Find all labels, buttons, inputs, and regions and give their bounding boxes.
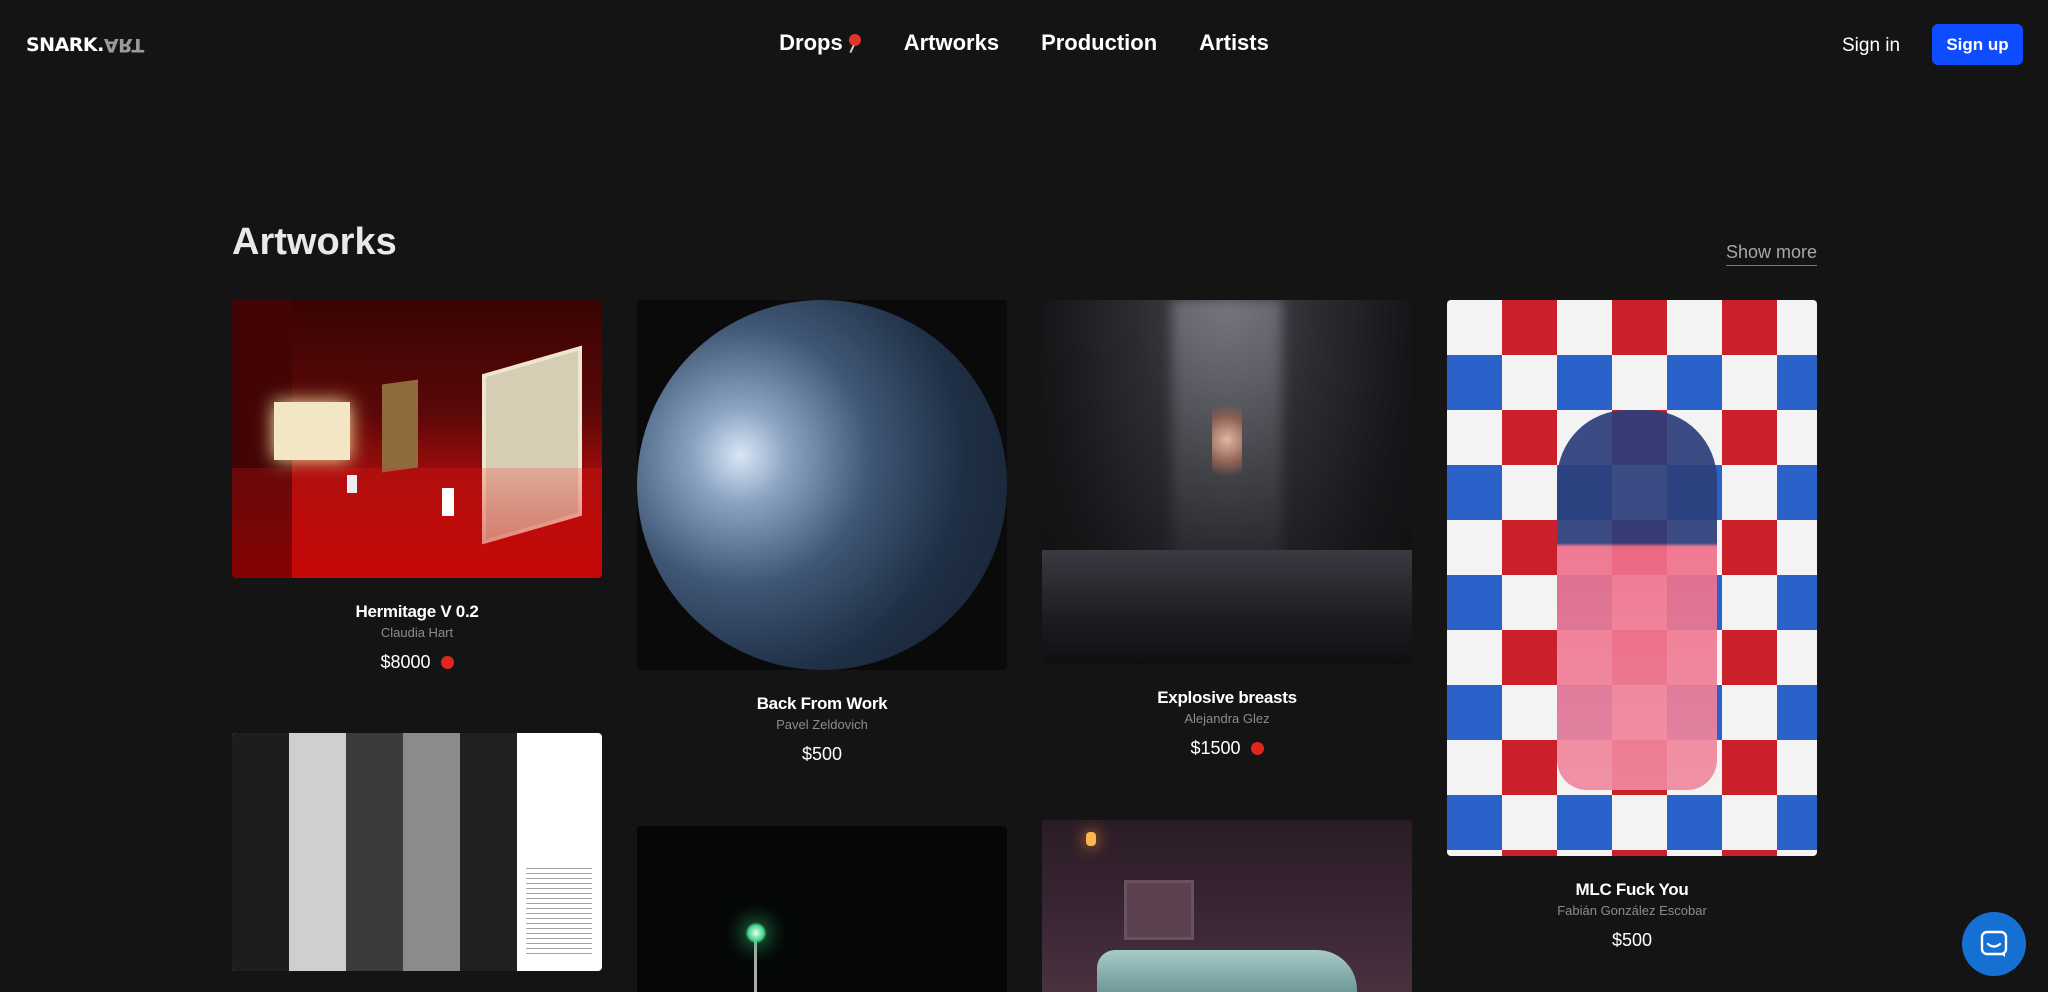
status-dot-icon bbox=[440, 656, 454, 669]
sign-up-button[interactable]: Sign up bbox=[1932, 24, 2023, 65]
nav-artists[interactable]: Artists bbox=[1199, 30, 1269, 56]
nav-drops-label: Drops bbox=[779, 30, 843, 55]
artwork-image[interactable] bbox=[232, 733, 602, 971]
nav-artworks[interactable]: Artworks bbox=[904, 30, 999, 56]
artwork-price-row: $1500 bbox=[1042, 738, 1412, 759]
artwork-title[interactable]: Hermitage V 0.2 bbox=[232, 602, 602, 622]
artwork-artist[interactable]: Claudia Hart bbox=[232, 625, 602, 640]
section-title: Artworks bbox=[232, 221, 397, 263]
artwork-price-row: $500 bbox=[1447, 930, 1817, 951]
artwork-title[interactable]: MLC Fuck You bbox=[1447, 880, 1817, 900]
nav-artists-label: Artists bbox=[1199, 30, 1269, 55]
artwork-card[interactable]: Back From Work Pavel Zeldovich $500 bbox=[637, 300, 1007, 765]
artwork-price: $500 bbox=[801, 744, 843, 764]
main-nav: Drops Artworks Production Artists bbox=[0, 30, 2048, 56]
artwork-card[interactable] bbox=[232, 733, 602, 971]
nav-production-label: Production bbox=[1041, 30, 1158, 55]
sign-in-link[interactable]: Sign in bbox=[1842, 35, 1900, 57]
artwork-image[interactable] bbox=[1042, 300, 1412, 664]
nav-artworks-label: Artworks bbox=[903, 30, 1000, 55]
artwork-card[interactable] bbox=[1042, 820, 1412, 992]
artwork-price-row: $500 bbox=[637, 744, 1007, 765]
artwork-card[interactable]: Hermitage V 0.2 Claudia Hart $8000 bbox=[232, 300, 602, 673]
artwork-card[interactable] bbox=[637, 826, 1007, 992]
artwork-artist[interactable]: Pavel Zeldovich bbox=[637, 717, 1007, 732]
artwork-image[interactable] bbox=[1447, 300, 1817, 856]
status-dot-icon bbox=[1250, 742, 1264, 755]
artwork-artist[interactable]: Fabián González Escobar bbox=[1447, 903, 1817, 918]
artwork-card[interactable]: Explosive breasts Alejandra Glez $1500 bbox=[1042, 300, 1412, 759]
nav-production[interactable]: Production bbox=[1041, 30, 1157, 56]
artwork-image[interactable] bbox=[232, 300, 602, 578]
artwork-price-row: $8000 bbox=[232, 652, 602, 673]
artwork-image[interactable] bbox=[637, 300, 1007, 670]
artwork-artist[interactable]: Alejandra Glez bbox=[1042, 711, 1412, 726]
artwork-image[interactable] bbox=[1042, 820, 1412, 992]
artwork-title[interactable]: Back From Work bbox=[637, 694, 1007, 714]
chat-button[interactable] bbox=[1962, 912, 2026, 976]
artwork-image[interactable] bbox=[637, 826, 1007, 992]
artwork-card[interactable]: MLC Fuck You Fabián González Escobar $50… bbox=[1447, 300, 1817, 951]
artwork-price: $1500 bbox=[1190, 738, 1241, 758]
show-more-link[interactable]: Show more bbox=[1726, 242, 1818, 266]
artwork-price: $8000 bbox=[380, 652, 431, 672]
nav-drops[interactable]: Drops bbox=[779, 30, 862, 56]
artwork-title[interactable]: Explosive breasts bbox=[1042, 688, 1412, 708]
artwork-price: $500 bbox=[1611, 930, 1653, 950]
pin-icon bbox=[847, 32, 862, 54]
chat-bubble-icon bbox=[1980, 930, 2008, 957]
